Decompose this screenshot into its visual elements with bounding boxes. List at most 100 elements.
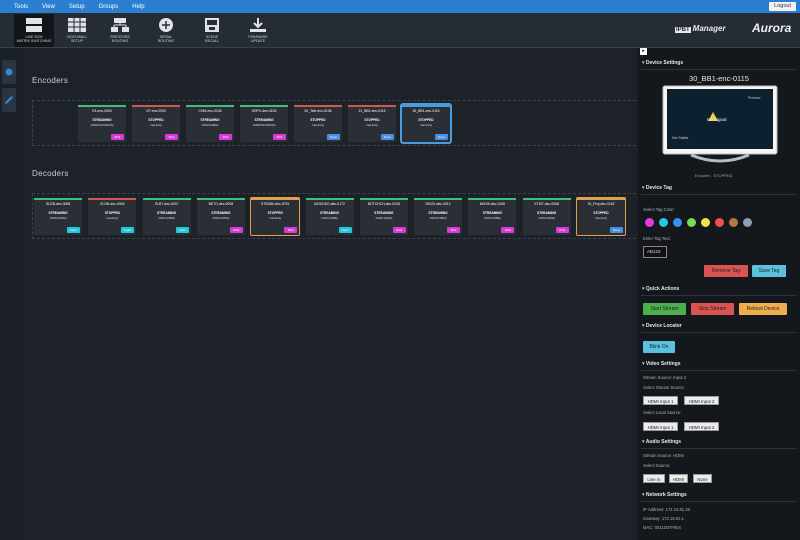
menu-view[interactable]: View <box>42 4 55 10</box>
toolbar-matrix-switching[interactable]: LINE 5000 MATRIX SWITCHING <box>14 14 54 47</box>
menu-setup[interactable]: Setup <box>69 4 85 10</box>
tag-color-swatch[interactable] <box>659 218 668 227</box>
serial-icon <box>159 18 173 32</box>
audio-settings-header[interactable]: Audio Settings <box>642 439 681 445</box>
tag-color-swatch[interactable] <box>743 218 752 227</box>
select-tag-color-label: Select Tag Color: <box>643 207 675 212</box>
toolbar-scene-recall[interactable]: SCENE RECALL <box>192 14 232 47</box>
collapse-panel-button[interactable]: ▸ <box>640 48 647 55</box>
device-view-button[interactable] <box>2 60 16 84</box>
device-card-status: STREAMING <box>537 211 557 215</box>
device-settings-header[interactable]: Device Settings <box>642 60 683 66</box>
menu-help[interactable]: Help <box>132 4 144 10</box>
device-card-tag: None <box>381 134 394 140</box>
device-card[interactable]: IS-B7-dec-0007 STREAMING 1920x1080p Cyan <box>142 198 191 235</box>
hdmi-button[interactable]: HDMI <box>669 474 688 483</box>
select-local-source-label: Select Local Source: <box>643 410 682 415</box>
device-card[interactable]: MGVB-dec-0108 STREAMING 1920x1080p Pink <box>468 198 517 235</box>
toolbar-videowall-setup[interactable]: VIDEOWALL SETUP <box>57 14 97 47</box>
device-card[interactable]: STBO80-dec-0076 STOPPED Inactivity Pink <box>250 197 301 236</box>
decoders-title: Decoders <box>32 169 69 178</box>
device-card[interactable]: CHM-enc-0106 STREAMING 1920x1080p Pink <box>186 105 234 142</box>
device-card-status: STREAMING <box>157 211 177 215</box>
device-card-detail: Inactivity <box>106 216 119 220</box>
toolbar-serial-routing[interactable]: SERIAL ROUTING <box>146 14 186 47</box>
mac-text: MAC: 0011D07F904 <box>643 525 681 530</box>
menu-groups[interactable]: Groups <box>99 4 119 10</box>
tag-color-swatch[interactable] <box>687 218 696 227</box>
device-tag-header[interactable]: Device Tag <box>642 185 672 191</box>
logout-button[interactable]: Logout <box>769 2 796 11</box>
divider <box>641 448 797 449</box>
gateway-text: Gateway: 172.16.81.1 <box>643 516 684 521</box>
device-card-status: STREAMING <box>48 211 68 215</box>
tag-color-swatch[interactable] <box>645 218 654 227</box>
device-card[interactable]: E4-enc-0000 STREAMING 1080x60 Mbit/8p Pink <box>78 105 126 142</box>
device-card[interactable]: KTMT-dec-0068 STREAMING 1920x1080p Pink <box>522 198 571 235</box>
divider <box>641 501 797 502</box>
device-card[interactable]: IS-DB-dec-0008 STREAMING 1920x1080p Cyan <box>34 198 82 235</box>
device-card-detail: Inactivity <box>311 123 325 127</box>
monitor-preview <box>662 85 778 163</box>
remove-tag-button[interactable]: Remove Tag <box>704 265 748 277</box>
stream-hdmi-input-2-button[interactable]: HDMI Input 2 <box>684 396 719 405</box>
network-settings-header[interactable]: Network Settings <box>642 492 687 498</box>
tag-color-swatch[interactable] <box>701 218 710 227</box>
device-card[interactable]: BOTCHCH-dec-0028 STREAMING 1920x1080p Pink <box>359 198 408 235</box>
edit-button[interactable] <box>2 88 16 112</box>
device-card-status: STOPPED <box>104 211 120 215</box>
device-card-tag: Cyan <box>67 227 80 233</box>
menu-tools[interactable]: Tools <box>14 4 28 10</box>
device-card-name: 31_Proj-dec-0115 <box>587 202 615 206</box>
status-bar <box>240 105 288 107</box>
start-stream-button[interactable]: Start Stream <box>643 303 686 315</box>
blink-on-button[interactable]: Blink On <box>643 341 675 353</box>
none-button[interactable]: None <box>693 474 712 483</box>
line-in-button[interactable]: Line In <box>643 474 665 483</box>
device-card[interactable]: MODGEO-dec-0172 STREAMING 1920x1080p Cyan <box>305 198 354 235</box>
video-settings-header[interactable]: Video Settings <box>642 361 681 367</box>
device-card-tag: Pink <box>447 227 461 233</box>
device-card[interactable]: 31_Proj-dec-0115 STOPPED Inactivity None <box>576 197 626 236</box>
save-tag-button[interactable]: Save Tag <box>752 265 786 277</box>
toolbar-prestore-routing[interactable]: PRESTORE ROUTING <box>100 14 140 47</box>
local-hdmi-input-2-button[interactable]: HDMI Input 2 <box>684 422 719 431</box>
stream-hdmi-input-1-button[interactable]: HDMI Input 1 <box>643 396 678 405</box>
tag-text-input[interactable]: AB123 <box>643 246 667 258</box>
device-card-tag: Pink <box>273 134 286 140</box>
device-card-detail: 1920x1080p <box>158 216 176 220</box>
device-locator-header[interactable]: Device Locator <box>642 323 682 329</box>
reboot-device-button[interactable]: Reboot Device <box>739 303 787 315</box>
device-card-name: 20_Tele-enc-0106 <box>304 109 332 113</box>
device-card-name: IS-B7-dec-0007 <box>154 202 179 206</box>
status-bar <box>196 198 245 200</box>
device-card[interactable]: CP-enc-0000 STOPPED Inactivity Pink <box>132 105 180 142</box>
device-card[interactable]: 21_BB1-enc-0115 STOPPED Inactivity None <box>348 105 396 142</box>
device-card[interactable]: BETO-dec-0008 STREAMING 1920x1080p Pink <box>196 198 245 235</box>
toolbar-firmware-update[interactable]: FIRMWARE UPDATE <box>238 14 278 47</box>
decoders-row: IS-DB-dec-0008 STREAMING 1920x1080p Cyan IS-… <box>32 193 636 239</box>
device-card[interactable]: IS-DB-dec-0006 STOPPED Inactivity Cyan <box>88 198 137 235</box>
device-card[interactable]: HDPX-dec-0108 STREAMING 1080x60 Mbit/8p Pin… <box>240 105 288 142</box>
device-card[interactable]: 20_Tele-enc-0106 STOPPED Inactivity None <box>294 105 342 142</box>
device-card-tag: None <box>610 227 623 233</box>
routing-icon <box>111 18 129 32</box>
divider <box>641 332 797 333</box>
quick-actions-header[interactable]: Quick Actions <box>642 286 679 292</box>
toolbar-label: VIDEOWALL SETUP <box>66 35 88 43</box>
enter-tag-text-label: Enter Tag Text: <box>643 236 671 241</box>
tag-color-swatch[interactable] <box>673 218 682 227</box>
tag-color-swatch[interactable] <box>715 218 724 227</box>
ipbt-manager-logo: IPBT Manager <box>675 24 726 33</box>
no-signal-text: No Signal <box>707 117 727 122</box>
local-hdmi-input-1-button[interactable]: HDMI Input 1 <box>643 422 678 431</box>
device-card-name: KTMT-dec-0068 <box>534 202 559 206</box>
status-bar <box>348 105 396 107</box>
device-card-tag: Pink <box>555 227 569 233</box>
stop-stream-button[interactable]: Stop Stream <box>691 303 734 315</box>
device-card[interactable]: 30_BB1-enc-0115 STOPPED Inactivity None <box>400 103 452 144</box>
device-card-status: STOPPED <box>418 118 434 122</box>
tag-color-swatch[interactable] <box>729 218 738 227</box>
device-card[interactable]: HDGX-dec-0012 STREAMING 1920x1080p Pink <box>414 198 463 235</box>
device-card-detail: Inactivity <box>419 123 433 127</box>
